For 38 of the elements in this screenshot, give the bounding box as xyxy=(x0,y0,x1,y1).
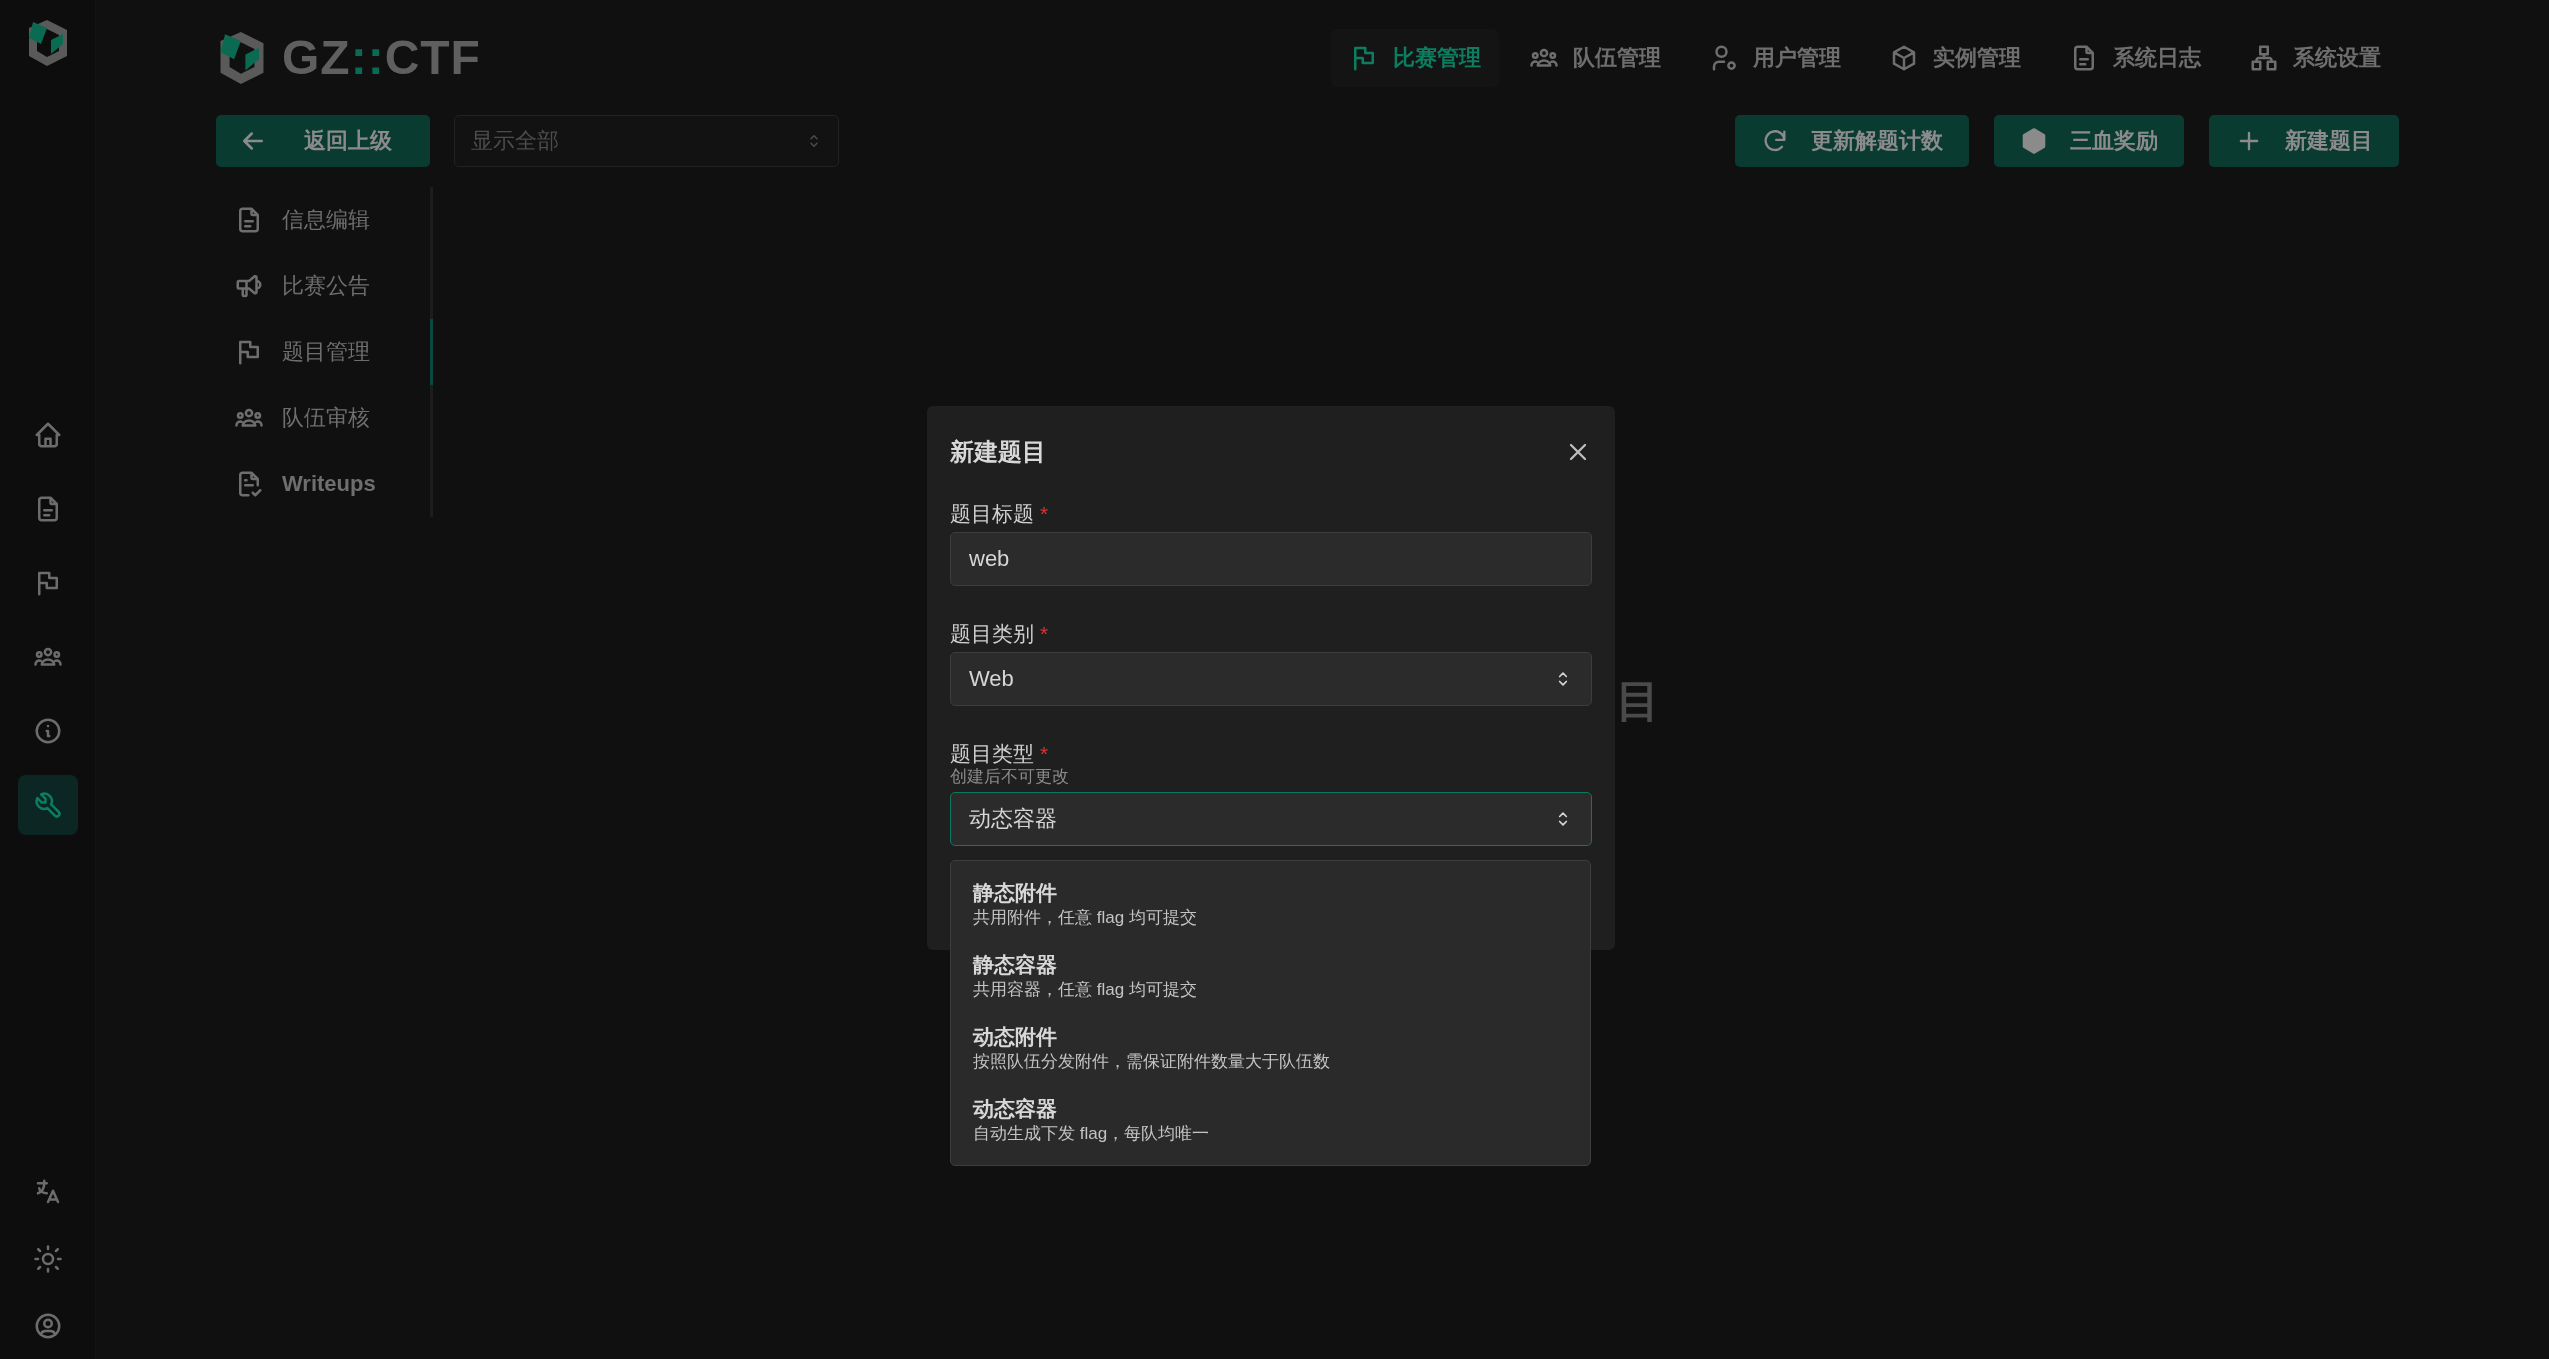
nav-tab[interactable]: 比赛管理 xyxy=(1331,28,1499,87)
nav-tab[interactable]: 用户管理 xyxy=(1691,28,1859,87)
wrench-button[interactable] xyxy=(17,775,78,835)
hexagon-icon xyxy=(2020,127,2048,155)
option-title[interactable]: 静态容器 xyxy=(973,951,1568,979)
select-field[interactable]: Web xyxy=(950,652,1592,706)
submenu-item[interactable]: 信息编辑 xyxy=(216,187,430,253)
option-description: 按照队伍分发附件，需保证附件数量大于队伍数 xyxy=(973,1051,1331,1073)
field-hint: 创建后不可更改 xyxy=(950,766,1070,788)
action-button[interactable]: 新建题目 xyxy=(2209,115,2399,167)
field-label: 题目类别 * xyxy=(950,621,1050,647)
option-title[interactable]: 动态容器 xyxy=(973,1095,1568,1123)
action-button[interactable]: 更新解题计数 xyxy=(1735,115,1969,167)
select-field[interactable]: 动态容器 xyxy=(950,792,1592,846)
modal-title: 新建题目 xyxy=(950,437,1046,467)
nav-tab[interactable]: 系统日志 xyxy=(2051,28,2219,87)
option-description: 共用附件，任意 flag 均可提交 xyxy=(973,907,1198,929)
nav-tab[interactable]: 队伍管理 xyxy=(1511,28,1679,87)
submenu-item[interactable]: 题目管理 xyxy=(216,319,430,385)
back-button[interactable]: 返回上级 xyxy=(216,115,430,167)
wrench-icon xyxy=(32,790,63,820)
nav-tab[interactable]: 系统设置 xyxy=(2231,28,2399,87)
empty-state-text: 目 xyxy=(1616,676,1660,725)
option-description: 自动生成下发 flag，每队均唯一 xyxy=(973,1123,1211,1145)
option-title[interactable]: 动态附件 xyxy=(973,1023,1568,1051)
submenu-item[interactable]: 比赛公告 xyxy=(216,253,430,319)
submenu-item[interactable]: Writeups xyxy=(216,451,430,517)
option-description: 共用容器，任意 flag 均可提交 xyxy=(973,979,1198,1001)
filter-select[interactable]: 显示全部 xyxy=(454,115,839,167)
field-label: 题目类型 * xyxy=(950,741,1050,767)
sun-icon xyxy=(32,1244,63,1274)
submenu-item[interactable]: 队伍审核 xyxy=(216,385,430,451)
input-field[interactable]: web xyxy=(950,532,1592,586)
option-title[interactable]: 静态附件 xyxy=(973,879,1568,907)
action-button[interactable]: 三血奖励 xyxy=(1994,115,2184,167)
logo-text: GZ::CTF xyxy=(282,30,481,85)
field-label: 题目标题 * xyxy=(950,501,1050,527)
nav-tab[interactable]: 实例管理 xyxy=(1871,28,2039,87)
